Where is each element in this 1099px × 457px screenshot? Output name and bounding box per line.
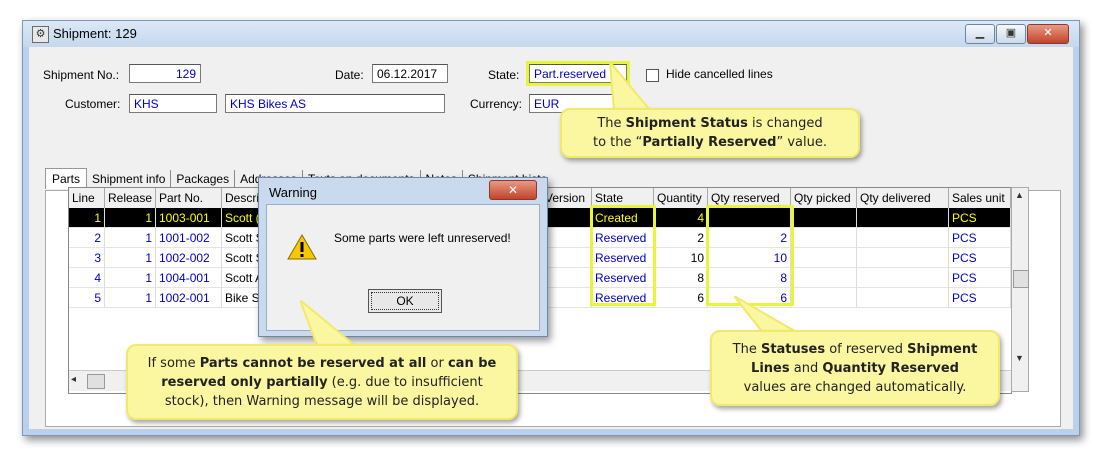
- close-icon: ✕: [507, 183, 519, 197]
- maximize-button[interactable]: ▣: [996, 24, 1026, 44]
- title-bar: ⚙ Shipment: 129 ▁ ▣ ✕: [23, 21, 1079, 47]
- cell-sales-unit: PCS: [949, 248, 1011, 268]
- cell-release: 1: [105, 228, 156, 248]
- cell-qty-delivered: [857, 248, 949, 268]
- cell-qty-delivered: [857, 268, 949, 288]
- cell-part-no: 1001-002: [156, 228, 222, 248]
- cell-qty-delivered: [857, 208, 949, 228]
- cell-release: 1: [105, 248, 156, 268]
- dialog-title: Warning: [269, 185, 317, 200]
- cell-sales-unit: PCS: [949, 288, 1011, 308]
- cell-sales-unit: PCS: [949, 228, 1011, 248]
- customer-label: Customer:: [65, 97, 121, 111]
- column-header-release[interactable]: Release: [105, 188, 156, 208]
- cell-qty-picked: [791, 208, 857, 228]
- warning-callout: If some Parts cannot be reserved at all …: [126, 344, 518, 420]
- scroll-left-icon[interactable]: ◂: [71, 374, 83, 385]
- column-header-line[interactable]: Line: [69, 188, 105, 208]
- state-column-highlight: [590, 205, 656, 306]
- column-header-qty-picked[interactable]: Qty picked: [791, 188, 857, 208]
- dialog-close-button[interactable]: ✕: [489, 180, 537, 200]
- cell-quantity: 6: [654, 288, 708, 308]
- cell-quantity: 4: [654, 208, 708, 228]
- cell-release: 1: [105, 288, 156, 308]
- cell-line: 3: [69, 248, 105, 268]
- column-header-sales-unit[interactable]: Sales unit: [949, 188, 1011, 208]
- cell-line: 5: [69, 288, 105, 308]
- warning-icon: [287, 233, 317, 266]
- customer-code-field[interactable]: KHS: [129, 94, 217, 113]
- cell-qty-picked: [791, 268, 857, 288]
- scroll-thumb[interactable]: [87, 374, 105, 389]
- scroll-down-icon[interactable]: ▼: [1015, 353, 1024, 363]
- status-callout: The Shipment Status is changed to the “P…: [560, 108, 860, 158]
- ok-button[interactable]: OK: [368, 289, 442, 313]
- cell-quantity: 2: [654, 228, 708, 248]
- cell-sales-unit: PCS: [949, 268, 1011, 288]
- state-label: State:: [488, 68, 520, 82]
- shipment-no-field[interactable]: 129: [129, 64, 201, 83]
- cell-line: 2: [69, 228, 105, 248]
- column-header-qty-delivered[interactable]: Qty delivered: [857, 188, 949, 208]
- cell-quantity: 10: [654, 248, 708, 268]
- hide-cancelled-label: Hide cancelled lines: [666, 67, 773, 81]
- cell-qty-picked: [791, 248, 857, 268]
- cell-qty-delivered: [857, 288, 949, 308]
- tab-parts[interactable]: Parts: [45, 168, 88, 189]
- vertical-scroll-thumb[interactable]: [1013, 270, 1029, 288]
- cell-qty-delivered: [857, 228, 949, 248]
- cell-line: 1: [69, 208, 105, 228]
- date-label: Date:: [335, 68, 364, 82]
- shipment-no-label: Shipment No.:: [43, 68, 120, 82]
- column-header-version[interactable]: Version: [542, 188, 592, 208]
- cell-release: 1: [105, 208, 156, 228]
- cell-part-no: 1002-002: [156, 248, 222, 268]
- qty-reserved-column-highlight: [706, 205, 794, 306]
- customer-name-field[interactable]: KHS Bikes AS: [225, 94, 445, 113]
- dialog-message: Some parts were left unreserved!: [334, 231, 511, 245]
- column-header-quantity[interactable]: Quantity: [654, 188, 708, 208]
- app-icon: ⚙: [32, 26, 49, 43]
- column-header-part-no[interactable]: Part No.: [156, 188, 222, 208]
- cell-part-no: 1004-001: [156, 268, 222, 288]
- tab-packages[interactable]: Packages: [171, 170, 236, 188]
- cell-line: 4: [69, 268, 105, 288]
- close-button[interactable]: ✕: [1027, 24, 1069, 44]
- lines-callout: The Statuses of reserved Shipment Lines …: [710, 330, 1000, 406]
- tab-shipment-info[interactable]: Shipment info: [87, 170, 172, 188]
- date-field[interactable]: 06.12.2017: [372, 64, 448, 83]
- cell-part-no: 1003-001: [156, 208, 222, 228]
- scroll-up-icon[interactable]: ▲: [1015, 190, 1024, 200]
- minimize-button[interactable]: ▁: [965, 24, 995, 44]
- cell-quantity: 8: [654, 268, 708, 288]
- cell-qty-picked: [791, 228, 857, 248]
- currency-label: Currency:: [470, 97, 523, 111]
- cell-release: 1: [105, 268, 156, 288]
- cell-part-no: 1002-001: [156, 288, 222, 308]
- cell-sales-unit: PCS: [949, 208, 1011, 228]
- vertical-scrollbar[interactable]: ▲ ▼: [1011, 187, 1029, 392]
- window-title: Shipment: 129: [53, 26, 137, 41]
